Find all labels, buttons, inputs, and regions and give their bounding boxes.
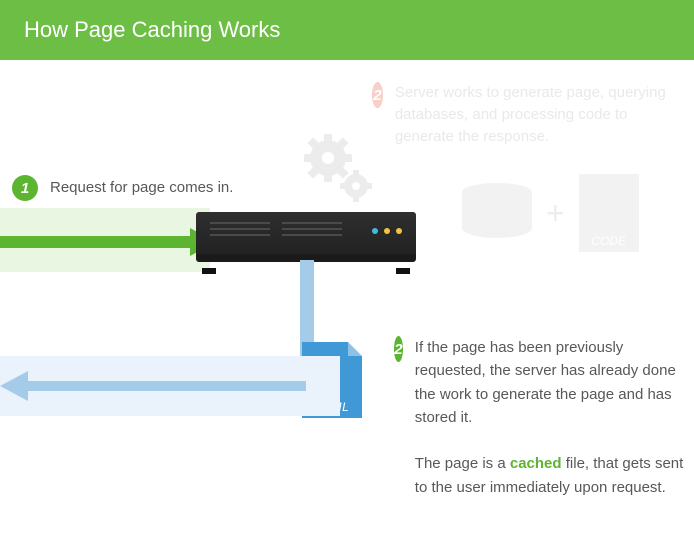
step-2-text: If the page has been previously requeste… [415,336,684,499]
badge-2: 2 [394,336,403,362]
step-2-faded-text: Server works to generate page, querying … [395,82,672,147]
step-2-text-a: If the page has been previously requeste… [415,336,684,429]
arrow-request-icon [0,228,216,256]
step-1: 1 Request for page comes in. [12,175,233,201]
plus-icon: + [546,195,565,232]
step-1-text: Request for page comes in. [50,176,233,199]
step-2-faded: 2 Server works to generate page, queryin… [372,82,672,147]
database-icon [462,183,532,243]
page-title: How Page Caching Works [24,17,280,43]
cached-word: cached [510,455,562,472]
arrow-response-icon [0,371,306,401]
code-block-icon: CODE [579,174,639,252]
step-2-text-b: The page is a cached file, that gets sen… [415,452,684,499]
header-bar: How Page Caching Works [0,0,694,60]
db-plus-code: + CODE [462,174,639,252]
step-2: 2 If the page has been previously reques… [394,336,684,499]
diagram-canvas: 2 Server works to generate page, queryin… [0,60,694,535]
gears-icon [300,130,380,215]
badge-2-faded: 2 [372,82,383,108]
code-label: CODE [591,234,626,248]
badge-1: 1 [12,175,38,201]
